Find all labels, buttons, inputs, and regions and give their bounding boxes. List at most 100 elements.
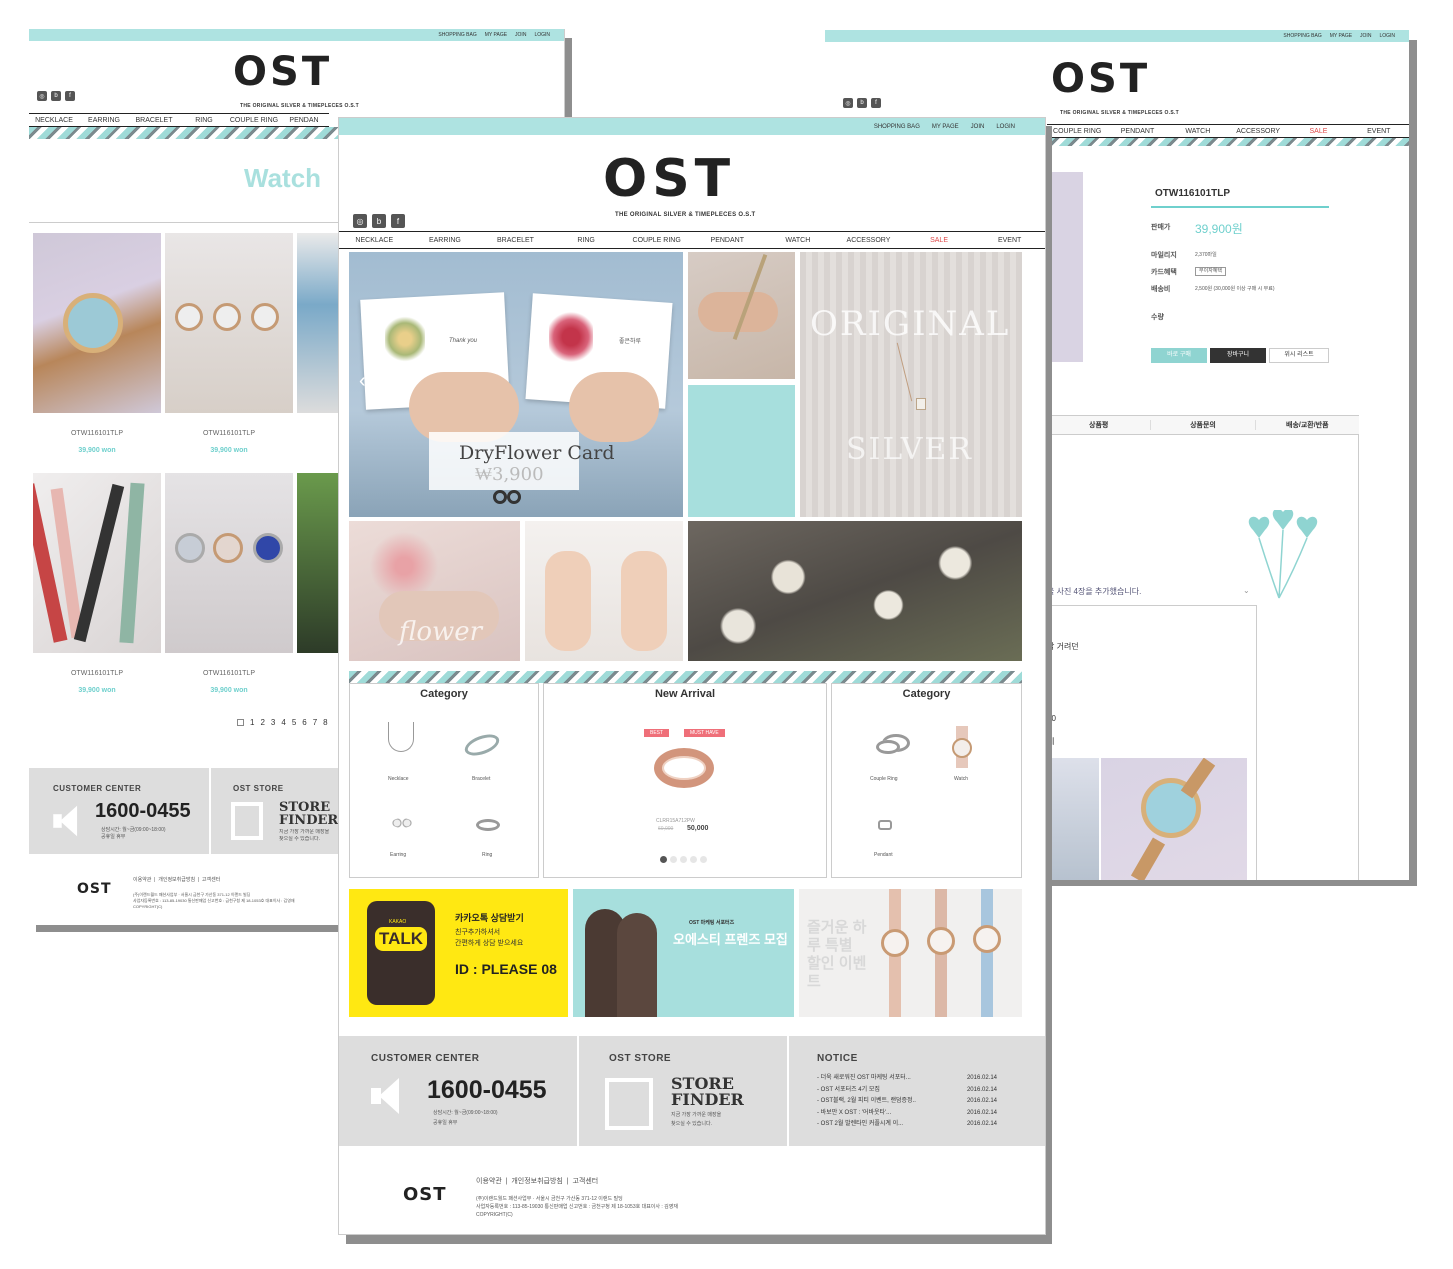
hero-flower-ring[interactable]: flower — [349, 521, 520, 661]
nav-necklace[interactable]: NECKLACE — [29, 117, 79, 124]
carousel-dot[interactable] — [660, 856, 667, 863]
kakao-banner[interactable]: KAKAO TALK 카카오톡 상담받기 친구추가하셔서 간편하게 상담 받으세… — [349, 889, 568, 1017]
review-photo[interactable] — [1047, 758, 1099, 880]
nav-ring[interactable]: RING — [179, 117, 229, 124]
notice-item[interactable]: - 바보만 X OST : '어바웃타'... 2016.02.14 — [817, 1108, 997, 1120]
util-link-bag[interactable]: SHOPPING BAG — [1283, 33, 1321, 39]
nav-pendant[interactable]: PENDAN — [279, 117, 329, 124]
phone-number[interactable]: 1600-0455 — [95, 800, 191, 823]
bracelet-icon[interactable] — [462, 730, 502, 760]
util-link-mypage[interactable]: MY PAGE — [1330, 33, 1352, 39]
blog-icon[interactable]: b — [857, 98, 867, 108]
util-link-join[interactable]: JOIN — [971, 124, 985, 130]
nav-watch[interactable]: WATCH — [763, 237, 834, 244]
carousel-dot[interactable] — [670, 856, 677, 863]
tab-reviews[interactable]: 상품평 — [1047, 420, 1152, 430]
tab-shipping[interactable]: 배송/교환/반품 — [1256, 420, 1359, 430]
instagram-icon[interactable]: ◎ — [843, 98, 853, 108]
ring-product-image[interactable] — [654, 748, 714, 788]
store-finder-line2[interactable]: FINDER — [279, 813, 338, 828]
hero-daisies[interactable] — [688, 521, 1022, 661]
nav-couple-ring[interactable]: COUPLE RING — [229, 117, 279, 124]
footer-links[interactable]: 이용약관 | 개인정보취급방침 | 고객센터 — [133, 877, 220, 884]
hero-hands[interactable] — [525, 521, 683, 661]
facebook-icon[interactable]: f — [871, 98, 881, 108]
logo[interactable]: OST — [233, 49, 332, 95]
page-prev-icon[interactable] — [237, 719, 244, 726]
page-link[interactable]: 4 — [281, 718, 285, 727]
notice-item[interactable]: - OST 2월 발렌타인 커플시계 이... 2016.02.14 — [817, 1119, 997, 1131]
util-link-login[interactable]: LOGIN — [1379, 33, 1395, 39]
page-link[interactable]: 3 — [271, 718, 275, 727]
product-code[interactable]: OTW116101TLP — [165, 430, 293, 437]
nav-event[interactable]: EVENT — [974, 237, 1045, 244]
nav-ring[interactable]: RING — [551, 237, 622, 244]
notice-item[interactable]: - OST 서포터즈 4기 모집 2016.02.14 — [817, 1085, 997, 1097]
instagram-icon[interactable]: ◎ — [37, 91, 47, 101]
product-image[interactable] — [33, 473, 161, 653]
logo[interactable]: OST — [603, 149, 735, 209]
nav-pendant[interactable]: PENDANT — [692, 237, 763, 244]
review-photo[interactable] — [1101, 758, 1247, 880]
carousel-dot[interactable] — [700, 856, 707, 863]
util-link-join[interactable]: JOIN — [515, 32, 526, 38]
couple-ring-icon[interactable] — [876, 740, 900, 754]
earring-icon[interactable] — [392, 818, 412, 828]
nav-accessory[interactable]: ACCESSORY — [1228, 128, 1288, 135]
page-link[interactable]: 1 — [250, 718, 254, 727]
category-item[interactable]: Pendant — [874, 852, 893, 859]
category-item[interactable]: Earring — [390, 852, 406, 859]
util-link-bag[interactable]: SHOPPING BAG — [874, 124, 920, 130]
nav-necklace[interactable]: NECKLACE — [339, 237, 410, 244]
ring-icon[interactable] — [476, 819, 500, 831]
nav-bracelet[interactable]: BRACELET — [480, 237, 551, 244]
facebook-icon[interactable]: f — [391, 214, 405, 228]
product-code[interactable]: OTW116101TLP — [33, 430, 161, 437]
product-image[interactable] — [297, 473, 339, 653]
wishlist-button[interactable]: 위시 리스트 — [1269, 348, 1329, 363]
category-item[interactable]: Couple Ring — [870, 776, 898, 783]
product-image[interactable] — [33, 233, 161, 413]
category-item[interactable]: Watch — [954, 776, 968, 783]
nav-sale[interactable]: SALE — [904, 237, 975, 244]
dropdown-chevron-icon[interactable]: ⌄ — [1243, 586, 1250, 595]
util-link-bag[interactable]: SHOPPING BAG — [438, 32, 476, 38]
util-link-login[interactable]: LOGIN — [534, 32, 550, 38]
product-code[interactable]: OTW116101TLP — [165, 670, 293, 677]
hero-ring-hand[interactable] — [688, 252, 795, 379]
category-item[interactable]: Ring — [482, 852, 492, 859]
blog-icon[interactable]: b — [372, 214, 386, 228]
pendant-icon[interactable] — [878, 820, 892, 830]
page-link[interactable]: 6 — [302, 718, 306, 727]
nav-earring[interactable]: EARRING — [79, 117, 129, 124]
util-link-login[interactable]: LOGIN — [996, 124, 1015, 130]
carousel-dot[interactable] — [680, 856, 687, 863]
carousel-dot[interactable] — [690, 856, 697, 863]
product-image[interactable] — [297, 233, 339, 413]
product-code[interactable]: OTW116101TLP — [33, 670, 161, 677]
necklace-icon[interactable] — [388, 722, 414, 752]
friends-banner[interactable]: OST 마케팅 서포터즈 오에스티 프렌즈 모집 — [573, 889, 794, 1017]
product-image[interactable] — [165, 473, 293, 653]
product-image[interactable] — [165, 233, 293, 413]
notice-item[interactable]: - OST블랙, 2월 피티 이벤트, 랜덤증정.. 2016.02.14 — [817, 1096, 997, 1108]
blog-icon[interactable]: b — [51, 91, 61, 101]
cart-button[interactable]: 장바구니 — [1210, 348, 1266, 363]
nav-sale[interactable]: SALE — [1288, 128, 1348, 135]
nav-bracelet[interactable]: BRACELET — [129, 117, 179, 124]
nav-earring[interactable]: EARRING — [410, 237, 481, 244]
footer-logo[interactable]: OST — [403, 1184, 447, 1205]
nav-couple-ring[interactable]: COUPLE RING — [1047, 128, 1107, 135]
phone-number[interactable]: 1600-0455 — [427, 1076, 547, 1105]
nav-event[interactable]: EVENT — [1349, 128, 1409, 135]
facebook-icon[interactable]: f — [65, 91, 75, 101]
footer-logo[interactable]: OST — [77, 881, 112, 897]
util-link-join[interactable]: JOIN — [1360, 33, 1371, 39]
category-item[interactable]: Necklace — [388, 776, 409, 783]
store-finder-icon[interactable] — [605, 1078, 653, 1130]
instagram-icon[interactable]: ◎ — [353, 214, 367, 228]
footer-links[interactable]: 이용약관 | 개인정보취급방침 | 고객센터 — [476, 1178, 598, 1185]
slide-prev-icon[interactable]: ‹ — [359, 370, 366, 393]
store-finder-icon[interactable] — [231, 802, 263, 840]
slide-next-icon[interactable]: › — [659, 370, 666, 393]
